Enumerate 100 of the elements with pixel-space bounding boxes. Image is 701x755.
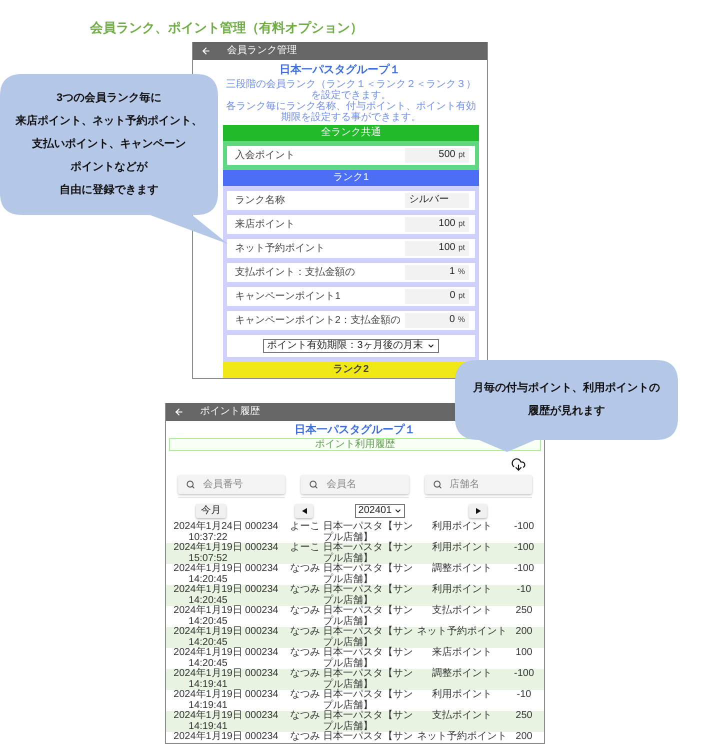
store-name: 日本一パスタ【サンプル店舗】	[323, 711, 414, 732]
previous-month-button[interactable]	[295, 504, 314, 518]
member-number: 000234	[245, 543, 278, 554]
point-type: 調整ポイント	[432, 669, 492, 680]
member-number: 000234	[245, 669, 278, 680]
section-banner: ポイント利用履歴	[169, 438, 541, 451]
setting-label: ネット予約ポイント	[235, 242, 326, 254]
member-number: 000234	[245, 606, 278, 616]
point-amount: -100	[514, 522, 534, 532]
date-text: 2024年1月19日 14:20:45	[174, 564, 242, 584]
store-name: 日本一パスタ【サンプル店舗】	[323, 606, 414, 626]
expiry-select[interactable]: ポイント有効期限：3ヶ月後の月末	[263, 339, 439, 353]
point-type: 来店ポイント	[432, 648, 492, 658]
store-name: 日本一パスタ【サンプル店舗】	[323, 522, 414, 542]
member-number: 000234	[245, 627, 278, 638]
store-name: 日本一パスタ【サンプル店舗】	[323, 669, 414, 690]
member-name: なつみ	[290, 732, 320, 742]
setting-input[interactable]: シルバー	[405, 193, 469, 208]
point-type: 利用ポイント	[432, 690, 492, 700]
search-field[interactable]: 店舗名	[424, 475, 532, 494]
page-title: 会員ランク、ポイント管理（有料オプション）	[90, 20, 363, 36]
setting-label: 入会ポイント	[235, 150, 296, 162]
member-name: よーこ	[290, 543, 320, 554]
store-name: 日本一パスタ【サンプル店舗】	[323, 690, 414, 710]
member-name: なつみ	[290, 627, 320, 638]
store-name: 日本一パスタ【サンプル店舗】	[323, 585, 414, 606]
member-number: 000234	[245, 585, 278, 596]
member-name: なつみ	[290, 585, 320, 596]
member-name: よーこ	[290, 522, 320, 532]
date-text: 2024年1月19日 14:19:41	[174, 669, 242, 690]
store-name: 日本一パスタ【サンプル店舗】	[323, 543, 414, 564]
point-amount: 100	[516, 648, 532, 658]
left-arrow-icon[interactable]	[174, 407, 184, 417]
section-header: 全ランク共通	[223, 125, 479, 141]
point-amount: 200	[516, 627, 532, 638]
point-type: 利用ポイント	[432, 543, 492, 554]
setting-label: 支払ポイント：支払金額の	[235, 266, 356, 278]
store-name: 日本一パスタ【サンプル店舗】	[323, 648, 414, 668]
setting-input[interactable]: 1 %	[405, 265, 469, 280]
point-amount: 200	[516, 732, 532, 742]
member-number: 000234	[245, 690, 278, 700]
date-text: 2024年1月19日 14:19:41	[174, 690, 242, 710]
group-name-heading: 日本一パスタグループ１	[294, 423, 416, 437]
description-text: 三段階の会員ランク（ランク１＜ランク２＜ランク３）を設定できます。	[225, 79, 477, 101]
screen-title: ポイント履歴	[200, 406, 260, 418]
search-field[interactable]: 会員番号	[178, 475, 286, 494]
point-amount: 250	[516, 711, 532, 722]
chevron-down-icon	[394, 507, 402, 515]
date-text: 2024年1月19日 14:19:41	[174, 711, 242, 732]
point-type: 支払ポイント	[432, 711, 492, 722]
setting-label: 来店ポイント	[235, 218, 296, 230]
point-amount: 250	[516, 606, 532, 616]
screen-title: 会員ランク管理	[227, 45, 297, 57]
point-amount: -100	[514, 543, 534, 554]
point-type: ネット予約ポイント	[417, 627, 507, 638]
date-text: 2024年1月19日 14:20:45	[174, 648, 242, 668]
store-name: 日本一パスタ【サンプル店舗】	[323, 627, 414, 648]
member-name: なつみ	[290, 711, 320, 722]
member-name: なつみ	[290, 669, 320, 680]
search-field[interactable]: 会員名	[301, 475, 409, 494]
member-name: なつみ	[290, 690, 320, 700]
cloud-download-icon[interactable]	[511, 457, 526, 472]
store-name: 日本一パスタ【サン	[323, 732, 413, 742]
search-icon	[186, 480, 195, 489]
next-month-button[interactable]	[469, 504, 488, 518]
point-type: 支払ポイント	[432, 606, 492, 616]
date-text: 2024年1月19日	[174, 732, 242, 742]
point-type: 利用ポイント	[432, 585, 492, 596]
date-text: 2024年1月19日 14:20:45	[174, 627, 242, 648]
description-text: 各ランク毎にランク名称、付与ポイント、ポイント有効期限を設定する事ができます。	[225, 101, 477, 123]
callout-text: 月毎の付与ポイント、利用ポイントの 履歴が見れます	[473, 380, 660, 419]
left-arrow-icon[interactable]	[201, 46, 211, 56]
group-name-heading: 日本一パスタグループ１	[280, 63, 400, 77]
date-text: 2024年1月19日 14:20:45	[174, 585, 242, 606]
setting-input[interactable]: 100 pt	[405, 241, 469, 256]
point-amount: -100	[514, 669, 534, 680]
member-name: なつみ	[290, 564, 320, 574]
setting-input[interactable]: 500 pt	[405, 148, 469, 163]
point-type: 調整ポイント	[432, 564, 492, 574]
search-icon	[432, 480, 442, 489]
member-number: 000234	[245, 732, 278, 742]
callout-text: 3つの会員ランク毎に 来店ポイント、ネット予約ポイント、 支払いポイント、キャンペーン ポイントなどが 自由に登録できます	[16, 91, 202, 198]
member-name: なつみ	[290, 606, 320, 616]
setting-label: キャンペーンポイント1	[235, 290, 342, 302]
member-number: 000234	[245, 564, 278, 574]
member-number: 000234	[245, 648, 278, 658]
point-type: 利用ポイント	[432, 522, 492, 532]
date-text: 2024年1月19日 15:07:52	[174, 543, 242, 564]
setting-input[interactable]: 100 pt	[405, 217, 469, 232]
month-select[interactable]: 202401	[355, 504, 405, 518]
setting-input[interactable]: 0 pt	[405, 289, 469, 304]
date-text: 2024年1月24日 10:37:22	[174, 522, 242, 542]
member-name: なつみ	[290, 648, 320, 658]
point-amount: -10	[516, 690, 532, 700]
this-month-button[interactable]: 今月	[196, 504, 226, 518]
setting-input[interactable]: 0 %	[405, 313, 469, 328]
store-name: 日本一パスタ【サンプル店舗】	[323, 564, 414, 584]
section-header: ランク1	[223, 170, 479, 186]
member-number: 000234	[245, 522, 278, 532]
setting-label: ランク名称	[235, 194, 286, 206]
